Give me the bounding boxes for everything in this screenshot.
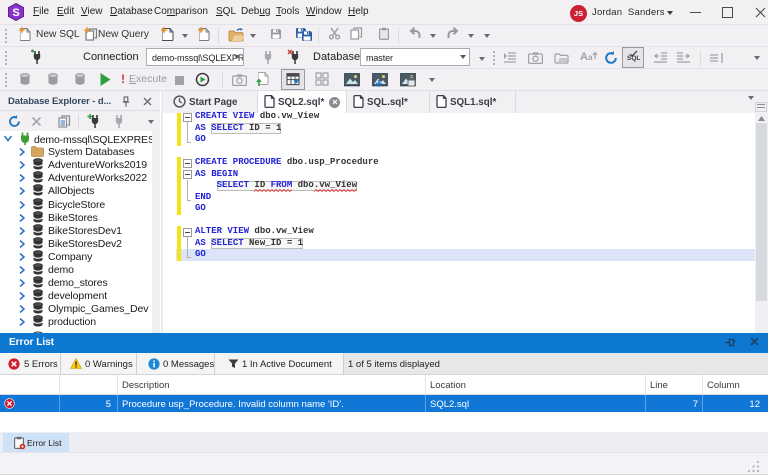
svg-text:S: S bbox=[12, 7, 19, 19]
